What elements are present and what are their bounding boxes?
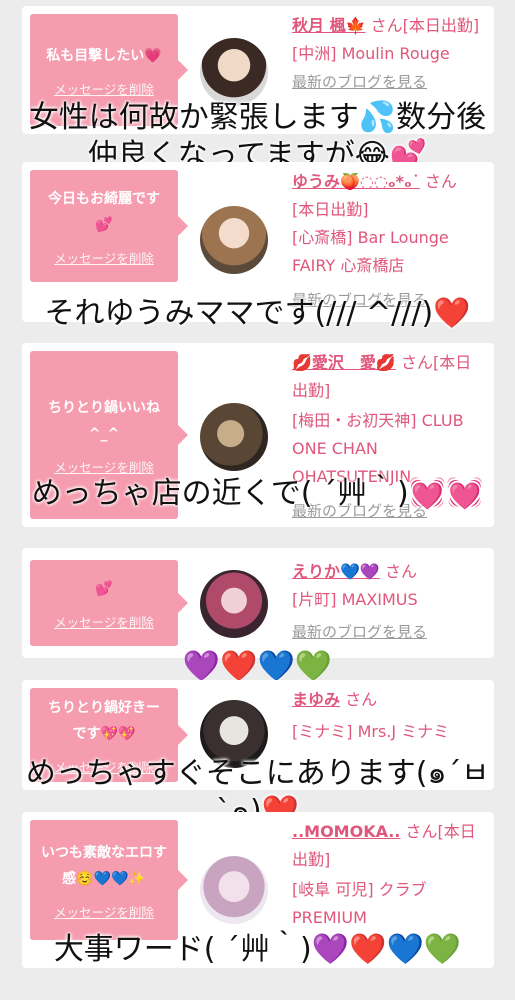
overlay-caption: めっちゃ店の近くで( ´艸｀)💓💓	[31, 476, 484, 511]
message-text: ちりとり鍋いいね^_^	[48, 399, 160, 442]
cast-name[interactable]: まゆみ	[292, 690, 340, 709]
overlay-caption: めっちゃすぐそこにあります(๑´ㅂ	[25, 756, 490, 791]
overlay-caption: 女性は何故か緊張します💦数分後	[28, 100, 487, 135]
cast-info: ..MOMOKA.. さん[本日出勤] [岐阜 可児] クラブ PREMIUM	[292, 818, 486, 932]
honorific: さん	[379, 562, 417, 581]
message-text: いつも素敵なエロす感☺️💙💙✨	[41, 844, 167, 887]
blog-link[interactable]: 最新のブログを見る	[292, 618, 486, 646]
overlay-caption: 大事ワード( ´艸｀)💜❤️💙💚	[53, 932, 462, 967]
cast-info: ゆうみ🍑◌◌ₒ*ₒ˙ さん [本日出勤] [心斎橋] Bar Lounge FA…	[292, 168, 486, 314]
cast-name[interactable]: えりか💙💜	[292, 562, 380, 581]
delete-message-link[interactable]: メッセージを削除	[54, 248, 154, 267]
message-bubble: 💕 メッセージを削除	[30, 560, 188, 646]
honorific: さん	[419, 172, 457, 191]
message-text: 私も目撃したい💗	[46, 47, 162, 64]
avatar[interactable]	[200, 856, 268, 924]
overlay-caption: それゆうみママです(/// ^///)❤️	[44, 296, 471, 331]
blog-link[interactable]: 最新のブログを見る	[292, 68, 486, 96]
shop-name: [岐阜 可児] クラブ PREMIUM	[292, 880, 427, 927]
delete-message-link[interactable]: メッセージを削除	[54, 457, 154, 476]
overlay-hearts: 💜❤️💙💚	[182, 649, 333, 684]
shop-name: [心斎橋] Bar Lounge FAIRY 心斎橋店	[292, 228, 449, 275]
delete-message-link[interactable]: メッセージを削除	[54, 902, 154, 921]
cast-name[interactable]: ..MOMOKA..	[292, 822, 400, 841]
shop-name: [ミナミ] Mrs.J ミナミ	[292, 722, 450, 741]
cast-info: 秋月 楓🍁 さん[本日出勤] [中洲] Moulin Rouge 最新のブログを…	[292, 12, 486, 96]
attendance: [本日出勤]	[292, 200, 369, 219]
cast-name[interactable]: 秋月 楓🍁	[292, 16, 366, 35]
avatar[interactable]	[200, 570, 268, 638]
cast-name[interactable]: ゆうみ🍑◌◌ₒ*ₒ˙	[292, 172, 420, 191]
shop-name: [片町] MAXIMUS	[292, 590, 418, 609]
cast-info: まゆみ さん [ミナミ] Mrs.J ミナミ	[292, 686, 486, 746]
shop-name: [中洲] Moulin Rouge	[292, 44, 450, 63]
message-bubble: いつも素敵なエロす感☺️💙💙✨ メッセージを削除	[30, 820, 188, 940]
attendance: [本日出勤]	[402, 16, 480, 35]
message-card: 💕 メッセージを削除 えりか💙💜 さん [片町] MAXIMUS 最新のブログを…	[22, 548, 494, 658]
cast-name[interactable]: 💋愛沢 愛💋	[292, 353, 396, 372]
honorific: さん	[340, 690, 378, 709]
avatar[interactable]	[200, 206, 268, 274]
cast-info: えりか💙💜 さん [片町] MAXIMUS 最新のブログを見る	[292, 558, 486, 646]
message-text: 💕	[95, 580, 113, 597]
message-bubble: 今日もお綺麗です💕 メッセージを削除	[30, 170, 188, 282]
message-text: 今日もお綺麗です💕	[48, 190, 160, 233]
avatar[interactable]	[200, 38, 268, 106]
delete-message-link[interactable]: メッセージを削除	[54, 612, 154, 631]
message-text: ちりとり鍋好きーです💖💖	[48, 699, 160, 742]
avatar[interactable]	[200, 403, 268, 471]
delete-message-link[interactable]: メッセージを削除	[54, 79, 154, 98]
honorific: さん	[365, 16, 403, 35]
